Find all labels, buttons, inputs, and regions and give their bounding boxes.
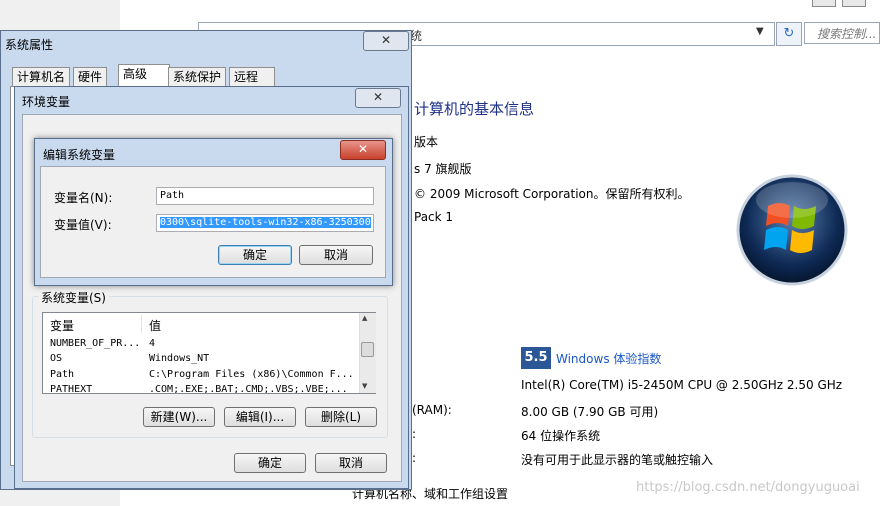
row-variable: Path (50, 369, 75, 380)
windows-logo-icon (736, 174, 848, 286)
system-variables-label: 系统变量(S) (38, 289, 109, 306)
column-header-variable[interactable]: 变量 (50, 317, 74, 334)
tab-system-protection[interactable]: 系统保护 (168, 67, 227, 86)
column-header-value[interactable]: 值 (149, 317, 161, 334)
experience-index-link[interactable]: Windows 体验指数 (556, 350, 661, 367)
cancel-button[interactable]: 取消 (315, 453, 387, 473)
ok-button[interactable]: 确定 (218, 245, 292, 265)
page-title: 计算机的基本信息 (414, 100, 535, 118)
tab-advanced[interactable]: 高级 (118, 64, 170, 87)
refresh-icon[interactable]: ↻ (776, 22, 802, 46)
close-button[interactable]: ✕ (355, 88, 401, 108)
maximize-button[interactable] (842, 0, 866, 7)
scroll-up-icon[interactable]: ▲ (362, 314, 367, 322)
variable-value-input[interactable]: 0300\sqlite-tools-win32-x86-3250300 (156, 214, 374, 232)
minimize-button[interactable] (812, 0, 836, 7)
row-value: C:\Program Files (x86)\Common F... (149, 369, 354, 380)
edition-value: s 7 旗舰版 (414, 162, 472, 176)
variable-name-input[interactable]: Path (156, 187, 374, 205)
scroll-thumb[interactable] (361, 342, 374, 357)
os-type-value: 64 位操作系统 (521, 429, 601, 443)
edition-section-label: 版本 (414, 135, 439, 149)
row-value: 4 (149, 338, 156, 349)
dialog-title: 系统属性 (5, 38, 54, 52)
table-row[interactable]: PATHEXT .COM;.EXE;.BAT;.CMD;.VBS;.VBE;..… (43, 383, 359, 394)
search-input[interactable]: 搜索控制... (804, 22, 880, 44)
dialog-title: 编辑系统变量 (43, 148, 116, 162)
dialog-title: 环境变量 (22, 95, 71, 109)
variable-value-label: 变量值(V): (54, 218, 112, 232)
close-button[interactable]: ✕ (363, 31, 409, 51)
ram-value: 8.00 GB (7.90 GB 可用) (521, 405, 659, 419)
tab-computer-name[interactable]: 计算机名 (12, 67, 71, 86)
close-button[interactable]: ✕ (340, 140, 386, 160)
address-dropdown-icon[interactable]: ▼ (756, 26, 764, 37)
row-variable: PATHEXT (50, 384, 93, 394)
row-value: .COM;.EXE;.BAT;.CMD;.VBS;.VBE;... (149, 384, 348, 394)
copyright-text: © 2009 Microsoft Corporation。保留所有权利。 (414, 187, 690, 201)
row-variable: OS (50, 353, 63, 364)
scroll-down-icon[interactable]: ▼ (362, 382, 367, 390)
delete-variable-button[interactable]: 删除(L) (305, 407, 377, 427)
variable-name-label: 变量名(N): (54, 191, 113, 205)
row-variable: NUMBER_OF_PR... (50, 338, 141, 349)
ok-button[interactable]: 确定 (234, 453, 306, 473)
processor-value: Intel(R) Core(TM) i5-2450M CPU @ 2.50GHz… (521, 378, 843, 392)
service-pack-value: Pack 1 (414, 210, 454, 224)
experience-score-badge: 5.5 (521, 347, 551, 369)
tab-remote[interactable]: 远程 (229, 67, 275, 86)
new-variable-button[interactable]: 新建(W)... (143, 407, 215, 427)
table-row[interactable]: NUMBER_OF_PR... 4 (43, 337, 359, 351)
cancel-button[interactable]: 取消 (299, 245, 373, 265)
selected-text: 0300\sqlite-tools-win32-x86-3250300 (160, 217, 371, 228)
table-row[interactable]: OS Windows_NT (43, 352, 359, 366)
column-divider (141, 315, 142, 333)
watermark: https://blog.csdn.net/dongyuguoai (636, 480, 860, 495)
ram-label: (RAM): (412, 403, 452, 417)
row-value: Windows_NT (149, 353, 210, 364)
os-type-label: : (412, 427, 417, 441)
system-variables-list[interactable]: 变量 值 NUMBER_OF_PR... 4 OS Windows_NT Pat… (42, 312, 376, 394)
pen-label: : (412, 451, 417, 465)
tab-hardware[interactable]: 硬件 (73, 67, 108, 86)
edit-variable-button[interactable]: 编辑(I)... (224, 407, 296, 427)
table-row[interactable]: Path C:\Program Files (x86)\Common F... (43, 368, 359, 382)
pen-value: 没有可用于此显示器的笔或触控输入 (521, 453, 714, 467)
